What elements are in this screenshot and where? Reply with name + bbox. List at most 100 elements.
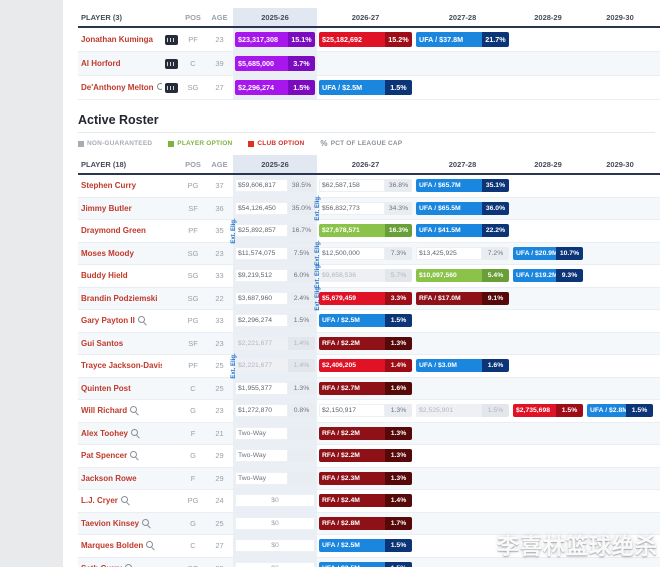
salary-cell: Two-Way [233, 468, 317, 490]
contract-icon-cell [162, 28, 180, 51]
contract-icon[interactable] [165, 35, 178, 45]
salary-cell: Ext. Elig.$12,500,0007.3% [317, 243, 414, 265]
player-search-icon[interactable] [142, 519, 151, 528]
salary-amount: $56,832,773 [319, 202, 385, 215]
cap-percentage: 1.5% [288, 80, 315, 95]
age-cell: 37 [206, 175, 233, 197]
contract-icon-cell [162, 513, 180, 535]
player-name-link[interactable]: Stephen Curry [81, 181, 136, 190]
salary-pill: UFA / $2.8M1.5% [587, 404, 653, 417]
player-name-link[interactable]: Alex Toohey [81, 429, 128, 438]
salary-cell: UFA / $41.5M22.2% [414, 220, 511, 242]
player-name-link[interactable]: Jimmy Butler [81, 204, 132, 213]
extension-eligible-label: Ext. Elig. [315, 196, 321, 221]
player-name-link[interactable]: Quinten Post [81, 384, 131, 393]
player-name-link[interactable]: De'Anthony Melton [81, 83, 154, 92]
cap-percentage: 38.5% [288, 179, 315, 192]
position-cell: F [180, 423, 206, 445]
salary-pill: $2,221,6771.4% [235, 359, 315, 372]
position-cell: SG [180, 558, 206, 567]
salary-cell: RFA / $2.2M1.3% [317, 423, 414, 445]
salary-cell [414, 378, 511, 400]
column-header-player: PLAYER (3) [78, 8, 180, 26]
salary-cell [511, 220, 585, 242]
salary-cell [414, 52, 511, 75]
salary-amount: RFA / $2.4M [319, 494, 385, 507]
table-header: PLAYER (3)POSAGE2025-262026-272027-28202… [78, 8, 660, 28]
salary-cell [414, 76, 511, 99]
cap-percentage: 36.8% [385, 179, 412, 192]
table-row: L.J. CryerPG24$0RFA / $2.4M1.4% [78, 490, 660, 513]
player-name-link[interactable]: Gui Santos [81, 339, 123, 348]
cap-percentage: 6.0% [288, 269, 315, 282]
player-name-link[interactable]: Buddy Hield [81, 271, 128, 280]
player-name-cell: L.J. Cryer [78, 490, 162, 512]
salary-cell [511, 468, 585, 490]
salary-pill: UFA / $2.5M1.5% [319, 539, 412, 552]
position-cell: PG [180, 310, 206, 332]
salary-amount: $3,687,960 [235, 292, 288, 305]
salary-cell [585, 220, 655, 242]
player-search-icon[interactable] [146, 541, 155, 550]
salary-cell [511, 423, 585, 445]
player-name-link[interactable]: Gary Payton II [81, 316, 135, 325]
age-cell: 36 [206, 198, 233, 220]
player-search-icon[interactable] [130, 406, 139, 415]
salary-pill: Two-Way [235, 427, 315, 440]
active-roster-table: PLAYER (18)POSAGE2025-262026-272027-2820… [78, 155, 660, 567]
salary-pill: UFA / $41.5M22.2% [416, 224, 509, 237]
player-name-link[interactable]: Jonathan Kuminga [81, 35, 153, 44]
salary-pill: $23,317,30815.1% [235, 32, 315, 47]
contract-icon[interactable] [165, 83, 178, 93]
age-cell: 29 [206, 445, 233, 467]
player-name-link[interactable]: Pat Spencer [81, 451, 127, 460]
player-name-link[interactable]: Brandin Podziemski [81, 294, 157, 303]
cap-percentage: 15.1% [288, 32, 315, 47]
salary-pill: $2,406,2051.4% [319, 359, 412, 372]
player-name-link[interactable]: Al Horford [81, 59, 121, 68]
player-name-link[interactable]: Moses Moody [81, 249, 134, 258]
salary-pill: $1,272,8700.8% [235, 404, 315, 417]
player-name-link[interactable]: L.J. Cryer [81, 496, 118, 505]
age-cell: 35 [206, 558, 233, 567]
player-search-icon[interactable] [130, 451, 139, 460]
contract-icon-cell [162, 175, 180, 197]
player-name-link[interactable]: Draymond Green [81, 226, 146, 235]
player-name-link[interactable]: Will Richard [81, 406, 127, 415]
cap-percentage: 9.3% [556, 269, 583, 282]
salary-cell: $1,272,8700.8% [233, 400, 317, 422]
cap-percentage: 1.7% [385, 517, 412, 530]
salary-pill: $56,832,77334.3% [319, 202, 412, 215]
salary-cell: $2,406,2051.4% [317, 355, 414, 377]
player-search-icon[interactable] [131, 429, 140, 438]
position-cell: SG [180, 265, 206, 287]
salary-cell: UFA / $19.2M9.3% [511, 265, 585, 287]
legend-swatch-icon [78, 141, 84, 147]
salary-amount: $54,126,450 [235, 202, 288, 215]
salary-cell [414, 423, 511, 445]
extension-eligible-label: Ext. Elig. [315, 241, 321, 266]
contract-icon-cell [162, 198, 180, 220]
salary-pill: RFA / $2.4M1.4% [319, 494, 412, 507]
player-name-link[interactable]: Marques Bolden [81, 541, 143, 550]
salary-cell [511, 490, 585, 512]
cap-percentage [288, 427, 315, 440]
age-cell: 23 [206, 243, 233, 265]
salary-cell: Two-Way [233, 423, 317, 445]
player-name-cell: Stephen Curry [78, 175, 162, 197]
cap-percentage [288, 449, 315, 462]
column-header-player: PLAYER (18) [78, 155, 180, 173]
player-name-link[interactable]: Trayce Jackson-Davis [81, 361, 162, 370]
player-search-icon[interactable] [138, 316, 147, 325]
player-name-link[interactable]: Taevion Kinsey [81, 519, 139, 528]
contract-icon-cell [162, 423, 180, 445]
content-panel: PLAYER (3)POSAGE2025-262026-272027-28202… [63, 0, 660, 567]
contract-icon[interactable] [165, 59, 178, 69]
salary-pill: $12,500,0007.3% [319, 247, 412, 260]
player-search-icon[interactable] [121, 496, 130, 505]
salary-cell: $13,425,9257.2% [414, 243, 511, 265]
cap-percentage: 9.1% [482, 292, 509, 305]
player-name-link[interactable]: Jackson Rowe [81, 474, 137, 483]
column-header-season: 2025-26 [233, 155, 317, 173]
cap-percentage: 10.7% [556, 247, 583, 260]
